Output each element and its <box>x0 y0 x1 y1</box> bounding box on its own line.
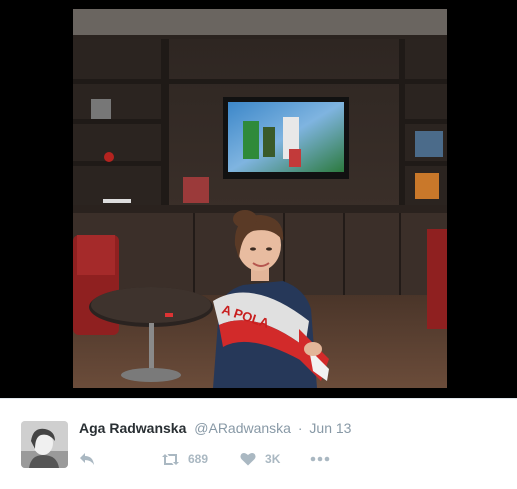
photo-scene: A POLA <box>73 9 447 388</box>
tweet-media-frame: A POLA <box>0 0 517 398</box>
heart-icon <box>240 453 256 466</box>
like-button[interactable]: 3K <box>240 452 280 466</box>
more-button[interactable] <box>310 456 330 462</box>
retweet-icon <box>162 453 179 465</box>
reply-button[interactable] <box>79 452 99 466</box>
reply-icon <box>80 453 94 465</box>
like-count: 3K <box>265 452 281 466</box>
avatar[interactable] <box>21 421 68 468</box>
display-name[interactable]: Aga Radwanska <box>79 420 186 436</box>
user-handle[interactable]: @ARadwanska <box>194 420 291 436</box>
tweet-actions: 689 3K <box>79 449 330 469</box>
more-icon <box>311 456 330 462</box>
tweet-photo[interactable]: A POLA <box>73 9 447 388</box>
tweet-footer: Aga Radwanska @ARadwanska · Jun 13 689 3… <box>0 398 517 489</box>
tweet-user-line: Aga Radwanska @ARadwanska · Jun 13 <box>79 420 351 436</box>
tweet-date[interactable]: Jun 13 <box>309 420 351 436</box>
avatar-image <box>21 421 68 468</box>
retweet-count: 689 <box>188 452 209 466</box>
retweet-button[interactable]: 689 <box>161 452 208 466</box>
meta-separator: · <box>297 420 303 436</box>
